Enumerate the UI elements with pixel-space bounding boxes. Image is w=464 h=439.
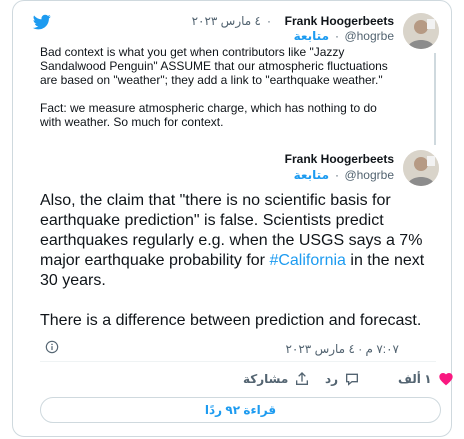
tweet-paragraph-1: Also, the claim that "there is no scient… [40,192,425,289]
author-handle[interactable]: @hogrbe [344,29,394,43]
tweet-timestamp[interactable]: ٧:٠٧ م · ٤ مارس ٢٠٢٣ [285,342,399,356]
thread-connector [434,53,436,145]
heart-icon [438,373,453,386]
tweet-paragraph-2: There is a difference between prediction… [40,312,422,329]
author-name[interactable]: Frank Hoogerbeets [285,14,394,28]
author-name[interactable]: Frank Hoogerbeets [285,152,394,166]
reply-button[interactable]: رد [325,371,360,387]
tweet-date[interactable]: ٤ مارس ٢٠٢٣ [192,14,261,28]
quoted-tweet-text: Bad context is what you get when contrib… [40,45,400,143]
reply-icon [346,373,359,386]
like-count: ١ ألف [398,372,432,386]
avatar[interactable] [403,150,439,186]
twitter-bird-icon[interactable] [31,13,53,31]
hashtag-link[interactable]: #California [269,252,345,269]
reply-label: رد [325,372,339,386]
author-handle[interactable]: @hogrbe [344,168,394,182]
quoted-paragraph-1: Bad context is what you get when contrib… [40,45,388,87]
divider [40,361,436,362]
info-icon[interactable] [45,340,59,354]
follow-button[interactable]: متابعة [294,29,329,43]
separator-dot: · [267,14,271,28]
follow-button[interactable]: متابعة [294,168,329,182]
share-icon [296,372,309,385]
tweet-text: Also, the claim that "there is no scient… [40,191,440,351]
avatar[interactable] [403,13,439,49]
tweet-embed-card: Frank Hoogerbeets · ٤ مارس ٢٠٢٣ @hogrbe … [12,0,454,437]
share-label: مشاركة [243,372,289,386]
quoted-paragraph-2: Fact: we measure atmospheric charge, whi… [40,101,377,129]
read-replies-button[interactable]: قراءة ٩٢ ردًا [40,397,441,423]
like-button[interactable]: ١ ألف [398,371,454,387]
separator-dot: · [335,29,339,43]
separator-dot: · [335,168,339,182]
share-button[interactable]: مشاركة [243,371,310,387]
